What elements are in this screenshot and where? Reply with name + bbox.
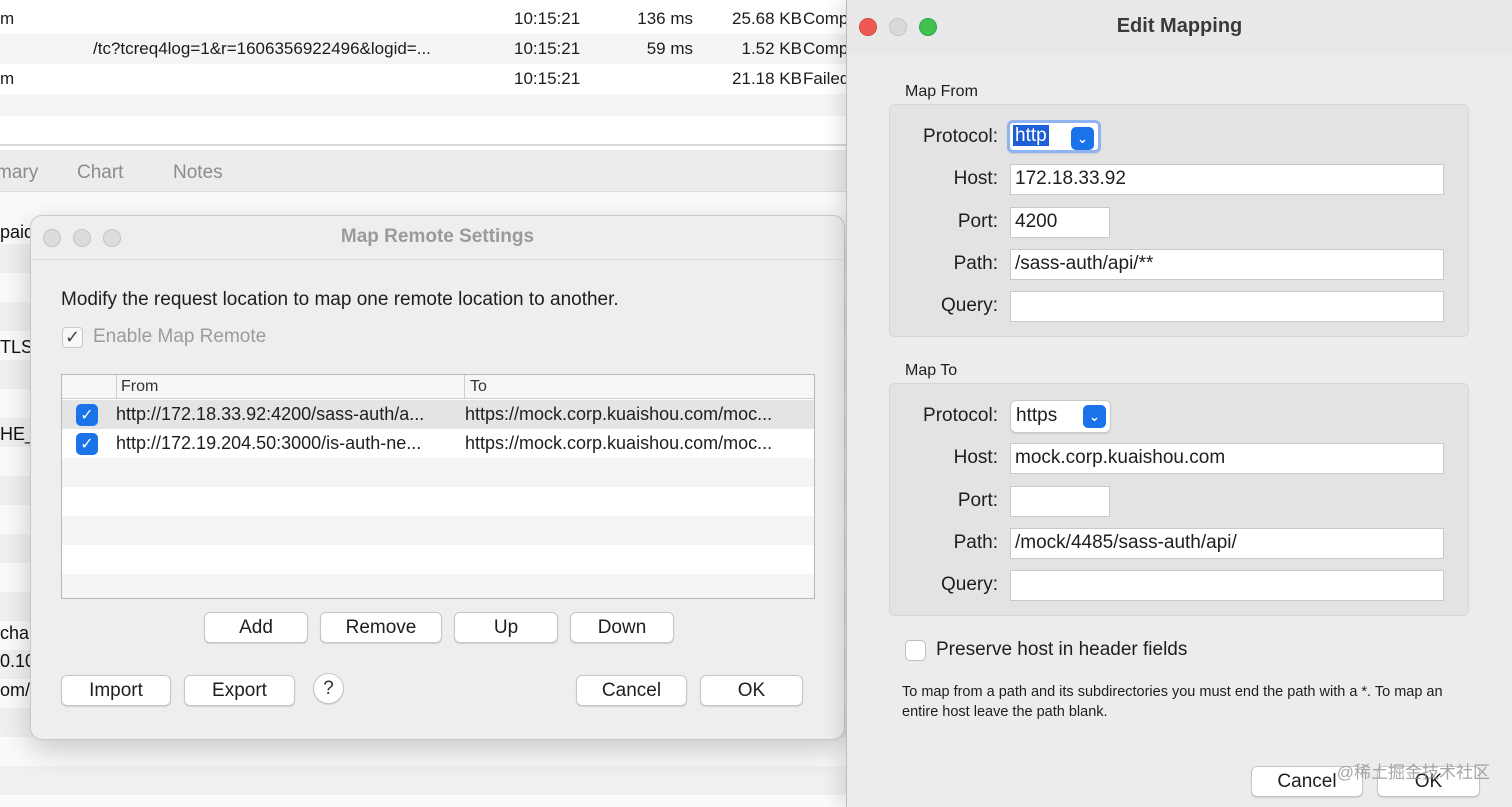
row-size: 1.52 KB [741,39,803,58]
to-port-field[interactable] [1010,486,1110,517]
ok-button[interactable]: OK [700,675,803,706]
checkmark-icon: ✓ [62,326,83,348]
from-host-field[interactable]: 172.18.33.92 [1010,164,1444,195]
path-label: Path: [953,532,998,553]
query-label: Query: [940,574,998,595]
row-time: 10:15:21 [514,9,581,28]
protocol-label: Protocol: [923,405,998,426]
protocol-value: http [1013,125,1049,146]
from-port-field[interactable]: 4200 [1010,207,1110,238]
protocol-label: Protocol: [923,126,998,147]
remove-button[interactable]: Remove [320,612,442,643]
up-button[interactable]: Up [454,612,558,643]
row-status: Failed [803,69,850,88]
row-enabled-checkbox[interactable]: ✓ [76,404,98,426]
empty-row [62,574,814,598]
protocol-value: https [1016,405,1058,426]
table-row[interactable]: m 10:15:21 136 ms 25.68 KB Comp [0,4,848,34]
column-header-from[interactable]: From [121,378,158,396]
query-label: Query: [940,295,998,316]
zoom-icon[interactable] [103,229,121,247]
chevron-down-icon: ⌄ [1083,405,1106,428]
detail-fragment: paid [0,222,35,242]
watermark: @稀土掘金技术社区 [1336,763,1490,782]
help-button[interactable]: ? [313,673,344,704]
tab-chart[interactable]: Chart [77,162,123,184]
table-row[interactable]: ✓ http://172.19.204.50:3000/is-auth-ne..… [62,429,814,458]
row-from: http://172.18.33.92:4200/sass-auth/a... [116,404,425,424]
table-row[interactable]: /tc?tcreq4log=1&r=1606356922496&logid=..… [0,34,848,64]
table-row[interactable]: ✓ http://172.18.33.92:4200/sass-auth/a..… [62,400,814,429]
table-header: From To [62,375,814,399]
map-from-group: Protocol: http ⌄ Host: 172.18.33.92 Port… [889,104,1469,337]
detail-fragment: om/ [0,680,31,700]
dialog-description: Modify the request location to map one r… [61,289,619,310]
row-status: Comp [803,39,849,58]
cancel-button[interactable]: Cancel [576,675,687,706]
chevron-down-icon: ⌄ [1071,127,1094,150]
empty-row [62,458,814,487]
row-path: /tc?tcreq4log=1&r=1606356922496&logid=..… [93,39,431,58]
preserve-host-checkbox[interactable]: Preserve host in header fields [905,639,1187,661]
table-row[interactable]: m 10:15:21 21.18 KB Failed [0,64,850,94]
checkbox-box [905,639,926,661]
mappings-table: From To ✓ http://172.18.33.92:4200/sass-… [61,374,815,599]
from-protocol-select[interactable]: http ⌄ [1007,120,1101,153]
background-tab-bar: mary Chart Notes [0,150,848,192]
host-label: Host: [953,168,998,189]
dialog-body: Map From Protocol: http ⌄ Host: 172.18.3… [847,54,1512,807]
row-to: https://mock.corp.kuaishou.com/moc... [465,404,773,424]
dialog-title: Edit Mapping [1116,15,1243,37]
edit-mapping-dialog: Edit Mapping Map From Protocol: http ⌄ H… [846,0,1512,807]
divider [0,144,848,146]
row-size: 21.18 KB [732,69,802,88]
row-time: 10:15:21 [514,39,581,58]
row-time: 10:15:21 [514,69,581,88]
column-header-to[interactable]: To [470,378,487,396]
close-icon[interactable] [43,229,61,247]
row-name: m [0,9,15,28]
to-protocol-select[interactable]: https ⌄ [1010,400,1111,433]
dialog-title: Map Remote Settings [31,216,844,260]
map-remote-settings-dialog: Map Remote Settings Modify the request l… [30,215,845,740]
background-request-table: m 10:15:21 136 ms 25.68 KB Comp /tc?tcre… [0,0,850,145]
row-duration: 59 ms [646,39,693,58]
map-to-group: Protocol: https ⌄ Host: mock.corp.kuaish… [889,383,1469,616]
empty-row [62,545,814,574]
row-size: 25.68 KB [732,9,802,28]
to-host-field[interactable]: mock.corp.kuaishou.com [1010,443,1444,474]
tab-notes[interactable]: Notes [173,162,223,184]
port-label: Port: [957,490,998,511]
to-path-field[interactable]: /mock/4485/sass-auth/api/ [1010,528,1444,559]
row-name: m [0,69,15,88]
row-from: http://172.19.204.50:3000/is-auth-ne... [116,433,422,453]
map-to-title: Map To [905,362,958,379]
row-duration: 136 ms [637,9,693,28]
row-to: https://mock.corp.kuaishou.com/moc... [465,433,773,453]
to-query-field[interactable] [1010,570,1444,601]
tab-summary[interactable]: mary [0,162,38,184]
preserve-host-label: Preserve host in header fields [936,639,1188,660]
host-label: Host: [953,447,998,468]
add-button[interactable]: Add [204,612,308,643]
down-button[interactable]: Down [570,612,674,643]
help-text: To map from a path and its subdirectorie… [902,684,1443,720]
from-query-field[interactable] [1010,291,1444,322]
empty-row [62,487,814,516]
empty-row [62,516,814,545]
export-button[interactable]: Export [184,675,295,706]
map-from-title: Map From [905,83,978,100]
minimize-icon[interactable] [73,229,91,247]
row-enabled-checkbox[interactable]: ✓ [76,433,98,455]
detail-fragment: TLS [0,337,34,357]
import-button[interactable]: Import [61,675,171,706]
enable-map-remote-checkbox[interactable]: ✓ Enable Map Remote [62,326,266,348]
row-status: Comp [803,9,849,28]
enable-map-remote-label: Enable Map Remote [93,326,267,347]
title-bar: Edit Mapping [847,0,1512,54]
path-label: Path: [953,253,998,274]
table-row[interactable] [0,94,848,116]
from-path-field[interactable]: /sass-auth/api/** [1010,249,1444,280]
port-label: Port: [957,211,998,232]
